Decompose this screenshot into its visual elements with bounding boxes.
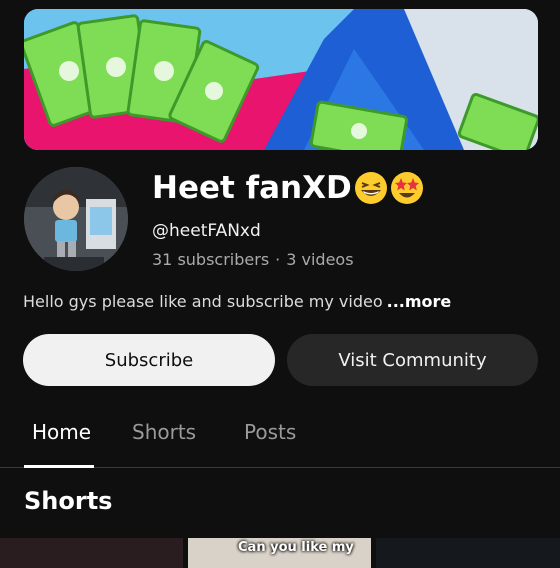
short-thumbnail[interactable]: [376, 538, 560, 568]
channel-stats: 31 subscribers · 3 videos: [152, 250, 354, 269]
banner-image: [24, 9, 538, 150]
subscriber-count: 31 subscribers: [152, 250, 270, 269]
tab-home[interactable]: Home: [32, 420, 91, 444]
video-count: 3 videos: [286, 250, 354, 269]
tab-posts[interactable]: Posts: [244, 420, 296, 444]
channel-avatar[interactable]: [24, 167, 128, 271]
subscribe-button[interactable]: Subscribe: [23, 334, 275, 386]
channel-description[interactable]: Hello gys please like and subscribe my v…: [23, 292, 451, 311]
avatar-image: [24, 167, 128, 271]
visit-community-button[interactable]: Visit Community: [287, 334, 538, 386]
channel-tabs: Home Shorts Posts: [0, 410, 560, 468]
channel-name: Heet fanXD: [152, 170, 424, 206]
short-thumbnail[interactable]: Can you like my: [188, 538, 371, 568]
channel-name-text: Heet fanXD: [152, 170, 352, 206]
star-struck-face-emoji-icon: [390, 171, 424, 205]
grinning-squinting-face-emoji-icon: [354, 171, 388, 205]
channel-banner: [24, 9, 538, 150]
short-thumbnail-caption: Can you like my: [238, 540, 354, 555]
description-text: Hello gys please like and subscribe my v…: [23, 292, 383, 311]
stats-separator: ·: [275, 250, 281, 269]
shorts-section-title: Shorts: [24, 487, 113, 515]
tab-shorts[interactable]: Shorts: [132, 420, 196, 444]
active-tab-indicator: [24, 465, 94, 468]
more-link[interactable]: ...more: [387, 292, 452, 311]
short-thumbnail[interactable]: [0, 538, 183, 568]
channel-handle: @heetFANxd: [152, 221, 261, 241]
